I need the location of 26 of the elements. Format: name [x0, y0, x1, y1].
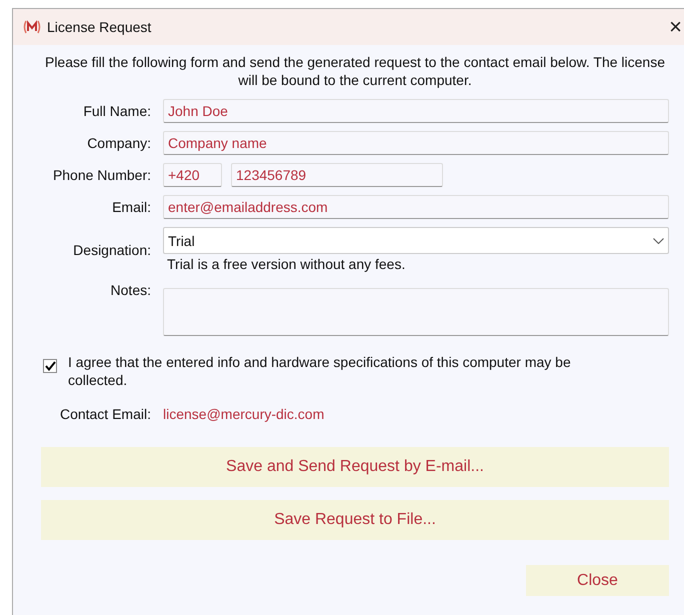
chevron-down-icon	[653, 238, 664, 244]
field-label: Full Name:	[82, 103, 151, 119]
input-field[interactable]: enter@emailaddress.com	[163, 195, 669, 219]
contact-email: license@mercury-dic.com	[163, 406, 326, 422]
designation-dropdown[interactable]: Trial	[163, 227, 669, 254]
close-icon[interactable]: ×	[669, 16, 684, 38]
input-field[interactable]: Company name	[163, 131, 669, 155]
logo-icon	[23, 20, 41, 34]
window-title: License Request	[47, 19, 152, 35]
notes-field[interactable]	[163, 288, 669, 336]
hint-text: Trial is a free version without any fees.	[166, 256, 406, 272]
instructions-text: Please fill the following form and send the generated request to the contact email below. The license will be bound to the current computer.	[44, 53, 666, 89]
field-label: Company:	[86, 135, 151, 151]
field-label: Designation:	[72, 242, 151, 258]
field-label: Phone Number:	[52, 167, 151, 183]
country-code-field[interactable]: +420	[163, 163, 222, 187]
action-button[interactable]: Save Request to File...	[41, 500, 669, 540]
agreement-text: I agree that the entered info and hardware specifications of this computer may be collected.	[68, 353, 572, 389]
input-field[interactable]: John Doe	[163, 99, 669, 123]
contact-label: Contact Email:	[58, 406, 151, 422]
phone-field[interactable]: 123456789	[231, 163, 443, 187]
field-label: Email:	[111, 199, 151, 215]
field-label: Notes:	[110, 282, 151, 298]
action-button[interactable]: Save and Send Request by E-mail...	[41, 447, 669, 487]
agreement-checkbox[interactable]	[43, 359, 57, 373]
close-button[interactable]: Close	[526, 565, 669, 596]
